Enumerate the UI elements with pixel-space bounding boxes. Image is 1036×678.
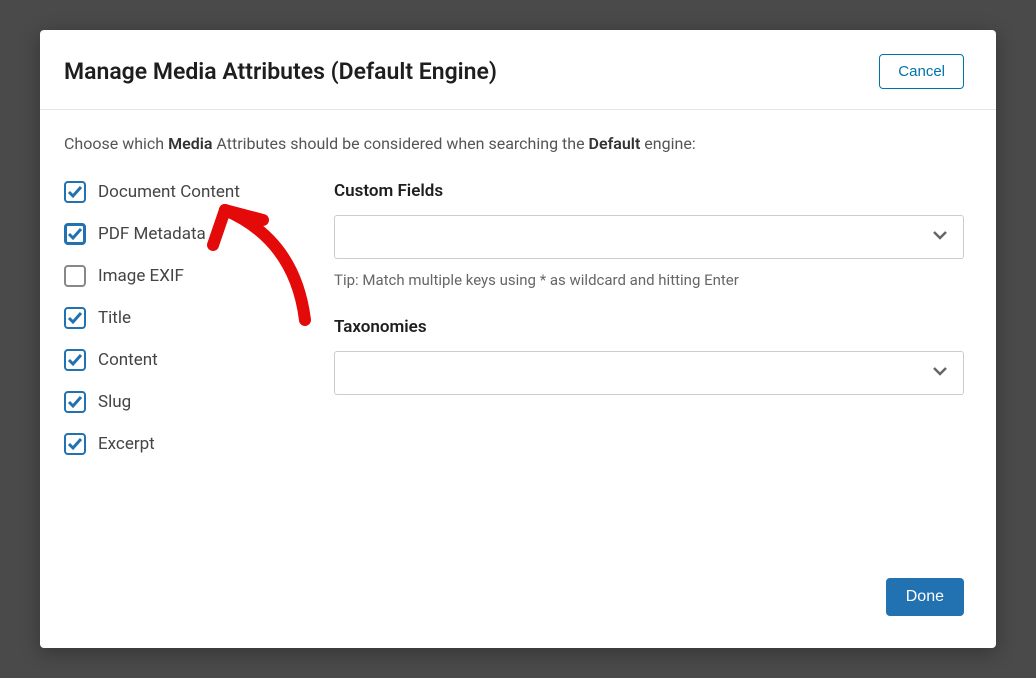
chevron-down-icon xyxy=(931,362,949,384)
checkbox-document-content[interactable]: Document Content xyxy=(64,181,294,203)
desc-mid: Attributes should be considered when sea… xyxy=(212,134,588,153)
checkbox-icon xyxy=(64,349,86,371)
checkbox-label: Content xyxy=(98,350,158,370)
done-button[interactable]: Done xyxy=(886,578,964,616)
desc-pre: Choose which xyxy=(64,134,168,153)
checkbox-icon xyxy=(64,265,86,287)
custom-fields-tip: Tip: Match multiple keys using * as wild… xyxy=(334,271,964,289)
attribute-checkbox-list: Document Content PDF Metadata Image EXIF xyxy=(64,181,294,455)
checkbox-label: Slug xyxy=(98,392,131,412)
taxonomies-select[interactable] xyxy=(334,351,964,395)
checkbox-icon xyxy=(64,181,86,203)
checkbox-excerpt[interactable]: Excerpt xyxy=(64,433,294,455)
checkbox-image-exif[interactable]: Image EXIF xyxy=(64,265,294,287)
checkbox-icon xyxy=(64,433,86,455)
cancel-button[interactable]: Cancel xyxy=(879,54,964,89)
checkbox-label: Title xyxy=(98,308,131,328)
chevron-down-icon xyxy=(931,226,949,248)
checkbox-label: Excerpt xyxy=(98,434,155,454)
modal-header: Manage Media Attributes (Default Engine)… xyxy=(40,30,996,110)
body-layout: Document Content PDF Metadata Image EXIF xyxy=(64,181,964,455)
checkbox-icon xyxy=(64,223,86,245)
checkbox-icon xyxy=(64,391,86,413)
desc-default: Default xyxy=(589,134,641,153)
checkbox-label: Document Content xyxy=(98,182,240,202)
checkbox-content[interactable]: Content xyxy=(64,349,294,371)
modal-title: Manage Media Attributes (Default Engine) xyxy=(64,58,497,85)
desc-post: engine: xyxy=(640,134,695,153)
modal-footer: Done xyxy=(40,578,996,648)
desc-media: Media xyxy=(168,134,212,153)
checkbox-label: PDF Metadata xyxy=(98,224,206,244)
modal-description: Choose which Media Attributes should be … xyxy=(64,134,964,153)
checkbox-title[interactable]: Title xyxy=(64,307,294,329)
manage-media-attributes-modal: Manage Media Attributes (Default Engine)… xyxy=(40,30,996,648)
checkbox-label: Image EXIF xyxy=(98,266,184,286)
custom-fields-label: Custom Fields xyxy=(334,181,964,201)
checkbox-pdf-metadata[interactable]: PDF Metadata xyxy=(64,223,294,245)
checkbox-icon xyxy=(64,307,86,329)
checkbox-slug[interactable]: Slug xyxy=(64,391,294,413)
custom-fields-select[interactable] xyxy=(334,215,964,259)
right-column: Custom Fields Tip: Match multiple keys u… xyxy=(334,181,964,455)
taxonomies-label: Taxonomies xyxy=(334,317,964,337)
modal-body: Choose which Media Attributes should be … xyxy=(40,110,996,578)
